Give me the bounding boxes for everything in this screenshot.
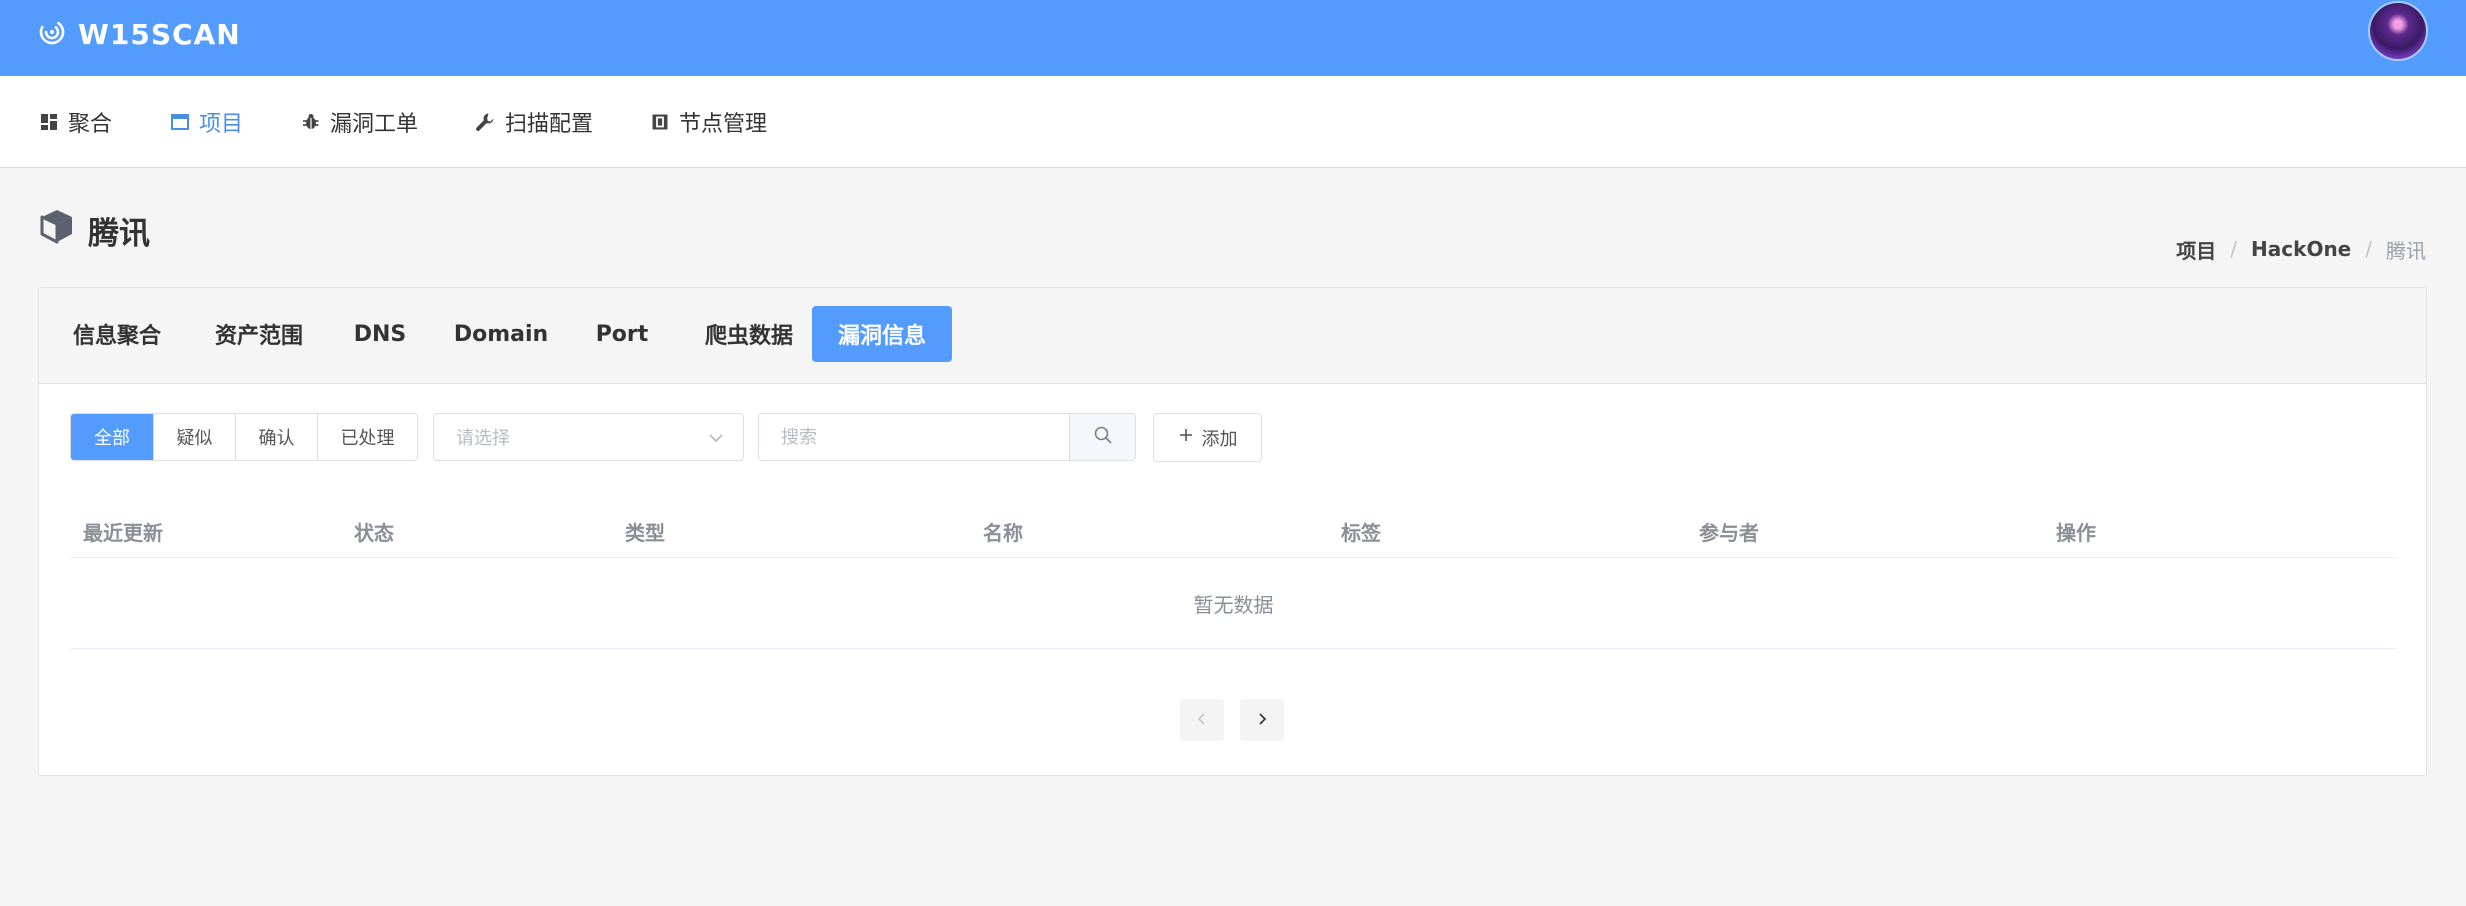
- chevron-left-icon: [1195, 711, 1209, 730]
- breadcrumb-item[interactable]: HackOne: [2251, 237, 2351, 261]
- pagination: [1180, 699, 1284, 741]
- breadcrumb-separator: /: [2230, 237, 2238, 261]
- vuln-table: 最近更新 状态 类型 名称 标签 参与者 操作 暂无数据: [70, 501, 2397, 649]
- column-header[interactable]: 标签: [1341, 517, 1381, 546]
- brand[interactable]: W15SCAN: [38, 14, 241, 54]
- table-empty-state: 暂无数据: [70, 558, 2397, 649]
- tab-crawler-data[interactable]: 爬虫数据: [679, 306, 819, 362]
- page-title-text: 腾讯: [88, 215, 150, 252]
- column-header[interactable]: 类型: [625, 517, 665, 546]
- column-header[interactable]: 操作: [2056, 517, 2096, 546]
- tab-info-aggregation[interactable]: 信息聚合: [47, 306, 187, 362]
- cube-icon: [38, 207, 76, 253]
- table-header: 最近更新 状态 类型 名称 标签 参与者 操作: [70, 501, 2397, 558]
- select-placeholder: 请选择: [456, 428, 510, 449]
- user-avatar[interactable]: [2370, 3, 2426, 59]
- chevron-right-icon: [1255, 711, 1269, 730]
- nav-label: 聚合: [68, 112, 113, 137]
- tab-port[interactable]: Port: [579, 306, 665, 362]
- status-confirmed-button[interactable]: 确认: [235, 414, 317, 460]
- nav-label: 项目: [199, 112, 244, 137]
- window-icon: [171, 114, 189, 130]
- node-icon: [651, 113, 669, 131]
- breadcrumb-item[interactable]: 项目: [2176, 235, 2216, 264]
- chevron-down-icon: [707, 429, 725, 452]
- plus-icon: [1178, 427, 1194, 448]
- nav-item-projects[interactable]: 项目: [171, 106, 243, 138]
- nav-label: 漏洞工单: [330, 112, 419, 137]
- status-all-button[interactable]: 全部: [71, 414, 153, 460]
- next-page-button[interactable]: [1240, 699, 1284, 741]
- search-box: [758, 413, 1136, 461]
- add-label: 添加: [1201, 428, 1238, 450]
- tab-vuln-info[interactable]: 漏洞信息: [812, 306, 952, 362]
- nav-item-scan-config[interactable]: 扫描配置: [475, 106, 593, 138]
- breadcrumb: 项目 / HackOne / 腾讯: [2176, 234, 2426, 264]
- column-header[interactable]: 状态: [354, 517, 394, 546]
- search-input[interactable]: [759, 414, 1069, 460]
- status-filter: 全部 疑似 确认 已处理: [70, 413, 418, 461]
- nav-label: 扫描配置: [505, 112, 594, 137]
- status-suspected-button[interactable]: 疑似: [153, 414, 235, 460]
- nav-item-node-management[interactable]: 节点管理: [651, 106, 767, 138]
- search-button[interactable]: [1069, 414, 1135, 460]
- project-card: 信息聚合 资产范围 DNS Domain Port 爬虫数据 漏洞信息 全部 疑…: [38, 287, 2427, 776]
- nav-item-dashboard[interactable]: 聚合: [40, 106, 112, 138]
- breadcrumb-current: 腾讯: [2386, 238, 2426, 263]
- nav-item-vuln-tickets[interactable]: 漏洞工单: [302, 106, 418, 138]
- wrench-icon: [475, 112, 495, 132]
- column-header[interactable]: 参与者: [1699, 517, 1759, 546]
- type-select[interactable]: 请选择: [433, 413, 744, 461]
- logo-icon: [38, 18, 66, 50]
- status-handled-button[interactable]: 已处理: [317, 414, 417, 460]
- brand-name: W15SCAN: [78, 17, 241, 51]
- bug-icon: [302, 113, 320, 131]
- tab-domain[interactable]: Domain: [439, 306, 563, 362]
- search-icon: [1093, 425, 1113, 449]
- column-header[interactable]: 最近更新: [83, 517, 163, 546]
- main-nav: 聚合 项目 漏洞工单 扫描配置 节点管理: [0, 76, 2466, 168]
- column-header[interactable]: 名称: [983, 517, 1023, 546]
- add-button[interactable]: 添加: [1153, 413, 1262, 462]
- nav-label: 节点管理: [679, 112, 768, 137]
- breadcrumb-separator: /: [2365, 237, 2372, 261]
- dashboard-icon: [40, 113, 58, 131]
- page-title: 腾讯: [38, 206, 150, 254]
- tab-asset-scope[interactable]: 资产范围: [189, 306, 329, 362]
- prev-page-button[interactable]: [1180, 699, 1224, 741]
- project-tabs: 信息聚合 资产范围 DNS Domain Port 爬虫数据 漏洞信息: [39, 288, 2426, 384]
- tab-dns[interactable]: DNS: [337, 306, 423, 362]
- top-bar: W15SCAN: [0, 0, 2466, 76]
